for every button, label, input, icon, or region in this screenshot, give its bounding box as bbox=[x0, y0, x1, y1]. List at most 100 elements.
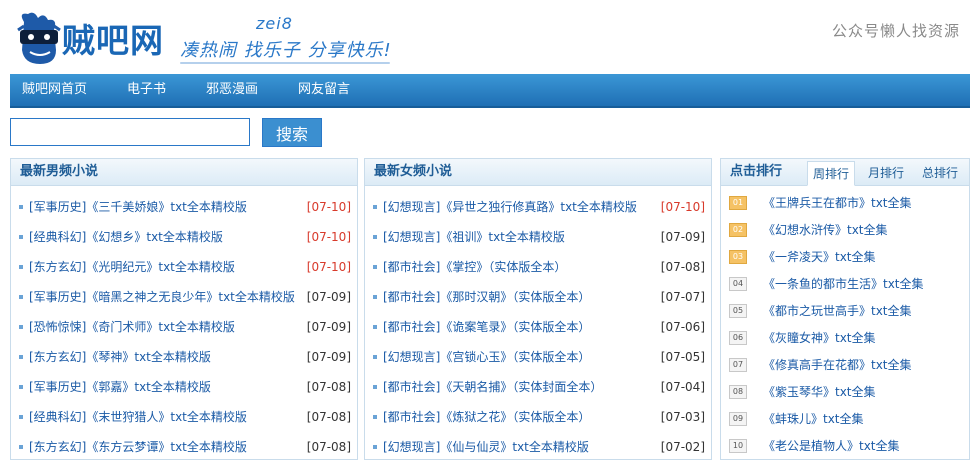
male-novel-list: [军事历史]《三千美娇娘》txt全本精校版 [07-10] [经典科幻]《幻想乡》t… bbox=[11, 186, 357, 459]
ranking-title-link[interactable]: 《蚌珠儿》txt全集 bbox=[763, 412, 864, 426]
list-item[interactable]: [幻想现言]《异世之独行修真路》txt全本精校版 [07-10] bbox=[373, 192, 705, 222]
ranking-item[interactable]: 01 《王牌兵王在都市》txt全集 bbox=[729, 190, 963, 217]
list-item[interactable]: [都市社会]《炼狱之花》（实体版全本） [07-03] bbox=[373, 402, 705, 432]
rank-number-badge: 03 bbox=[729, 249, 747, 264]
ranking-title-link[interactable]: 《一条鱼的都市生活》txt全集 bbox=[763, 277, 924, 291]
bullet-icon bbox=[19, 354, 23, 359]
novel-title-link[interactable]: [都市社会]《那时汉朝》（实体版全本） bbox=[383, 290, 590, 304]
list-item[interactable]: [恐怖惊悚]《奇门术师》txt全本精校版 [07-09] bbox=[19, 312, 351, 342]
bullet-icon bbox=[373, 354, 377, 359]
novel-date: [07-10] bbox=[660, 200, 705, 214]
ranking-title-link[interactable]: 《修真高手在花都》txt全集 bbox=[763, 358, 912, 372]
bullet-icon bbox=[19, 204, 23, 209]
nav-item-comics[interactable]: 邪恶漫画 bbox=[186, 74, 278, 106]
site-slogan: 凑热闹 找乐子 分享快乐! bbox=[180, 40, 392, 61]
tab-monthly-ranking[interactable]: 月排行 bbox=[863, 161, 909, 185]
ranking-title-link[interactable]: 《灰瞳女神》txt全集 bbox=[763, 331, 876, 345]
novel-title-link[interactable]: [都市社会]《炼狱之花》（实体版全本） bbox=[383, 410, 590, 424]
slogan-underline bbox=[180, 62, 390, 64]
novel-date: [07-09] bbox=[306, 350, 351, 364]
tab-total-ranking[interactable]: 总排行 bbox=[917, 161, 963, 185]
novel-date: [07-09] bbox=[306, 320, 351, 334]
nav-item-guestbook[interactable]: 网友留言 bbox=[278, 74, 370, 106]
search-input[interactable] bbox=[10, 118, 250, 146]
mascot-logo-icon[interactable] bbox=[14, 10, 66, 66]
novel-title-link[interactable]: [幻想现言]《祖训》txt全本精校版 bbox=[383, 230, 565, 244]
list-item[interactable]: [经典科幻]《末世狩猎人》txt全本精校版 [07-08] bbox=[19, 402, 351, 432]
novel-title-link[interactable]: [军事历史]《暗黑之神之无良少年》txt全本精校版 bbox=[29, 290, 295, 304]
bullet-icon bbox=[19, 294, 23, 299]
search-button[interactable]: 搜索 bbox=[262, 118, 322, 147]
ranking-title-link[interactable]: 《王牌兵王在都市》txt全集 bbox=[763, 196, 912, 210]
novel-title-link[interactable]: [幻想现言]《异世之独行修真路》txt全本精校版 bbox=[383, 200, 637, 214]
female-panel-title: 最新女频小说 bbox=[365, 159, 711, 186]
list-item[interactable]: [东方玄幻]《东方云梦谭》txt全本精校版 [07-08] bbox=[19, 432, 351, 459]
novel-title-link[interactable]: [幻想现言]《仙与仙灵》txt全本精校版 bbox=[383, 440, 589, 454]
site-logo-text[interactable]: 贼吧网 bbox=[62, 14, 164, 62]
rank-number-badge: 05 bbox=[729, 303, 747, 318]
list-item[interactable]: [都市社会]《那时汉朝》（实体版全本） [07-07] bbox=[373, 282, 705, 312]
novel-title-link[interactable]: [都市社会]《掌控》（实体版全本） bbox=[383, 260, 566, 274]
novel-title-link[interactable]: [东方玄幻]《光明纪元》txt全本精校版 bbox=[29, 260, 235, 274]
list-item[interactable]: [幻想现言]《祖训》txt全本精校版 [07-09] bbox=[373, 222, 705, 252]
list-item[interactable]: [东方玄幻]《琴神》txt全本精校版 [07-09] bbox=[19, 342, 351, 372]
rank-number-badge: 08 bbox=[729, 384, 747, 399]
ranking-title-link[interactable]: 《一斧凌天》txt全集 bbox=[763, 250, 876, 264]
novel-title-link[interactable]: [东方玄幻]《琴神》txt全本精校版 bbox=[29, 350, 211, 364]
list-item[interactable]: [军事历史]《三千美娇娘》txt全本精校版 [07-10] bbox=[19, 192, 351, 222]
ranking-title-link[interactable]: 《都市之玩世高手》txt全集 bbox=[763, 304, 912, 318]
list-item[interactable]: [都市社会]《诡案笔录》（实体版全本） [07-06] bbox=[373, 312, 705, 342]
header-right-notice: 公众号懒人找资源 bbox=[831, 22, 960, 40]
ranking-title-link[interactable]: 《老公是植物人》txt全集 bbox=[763, 439, 900, 453]
ranking-item[interactable]: 06 《灰瞳女神》txt全集 bbox=[729, 325, 963, 352]
novel-date: [07-09] bbox=[660, 230, 705, 244]
ranking-item[interactable]: 03 《一斧凌天》txt全集 bbox=[729, 244, 963, 271]
novel-title-link[interactable]: [经典科幻]《幻想乡》txt全本精校版 bbox=[29, 230, 223, 244]
list-item[interactable]: [东方玄幻]《光明纪元》txt全本精校版 [07-10] bbox=[19, 252, 351, 282]
novel-title-link[interactable]: [军事历史]《三千美娇娘》txt全本精校版 bbox=[29, 200, 247, 214]
novel-date: [07-10] bbox=[306, 230, 351, 244]
list-item[interactable]: [幻想现言]《宫锁心玉》（实体版全本） [07-05] bbox=[373, 342, 705, 372]
list-item[interactable]: [经典科幻]《幻想乡》txt全本精校版 [07-10] bbox=[19, 222, 351, 252]
ranking-title-link[interactable]: 《紫玉琴华》txt全集 bbox=[763, 385, 876, 399]
nav-item-home[interactable]: 贼吧网首页 bbox=[10, 74, 107, 106]
novel-date: [07-03] bbox=[660, 410, 705, 424]
bullet-icon bbox=[373, 234, 377, 239]
ranking-item[interactable]: 02 《幻想水浒传》txt全集 bbox=[729, 217, 963, 244]
novel-date: [07-05] bbox=[660, 350, 705, 364]
novel-title-link[interactable]: [恐怖惊悚]《奇门术师》txt全本精校版 bbox=[29, 320, 235, 334]
tab-weekly-ranking[interactable]: 周排行 bbox=[807, 161, 855, 186]
list-item[interactable]: [军事历史]《郭嘉》txt全本精校版 [07-08] bbox=[19, 372, 351, 402]
novel-title-link[interactable]: [东方玄幻]《东方云梦谭》txt全本精校版 bbox=[29, 440, 247, 454]
ranking-title: 点击排行 bbox=[730, 164, 783, 179]
ranking-item[interactable]: 09 《蚌珠儿》txt全集 bbox=[729, 406, 963, 433]
novel-date: [07-10] bbox=[306, 260, 351, 274]
novel-title-link[interactable]: [幻想现言]《宫锁心玉》（实体版全本） bbox=[383, 350, 590, 364]
novel-title-link[interactable]: [都市社会]《诡案笔录》（实体版全本） bbox=[383, 320, 590, 334]
ranking-item[interactable]: 07 《修真高手在花都》txt全集 bbox=[729, 352, 963, 379]
bullet-icon bbox=[373, 264, 377, 269]
slogan-sup-text: zei8 bbox=[256, 14, 293, 33]
list-item[interactable]: [都市社会]《掌控》（实体版全本） [07-08] bbox=[373, 252, 705, 282]
novel-title-link[interactable]: [经典科幻]《末世狩猎人》txt全本精校版 bbox=[29, 410, 247, 424]
rank-number-badge: 01 bbox=[729, 195, 747, 210]
novel-date: [07-08] bbox=[306, 410, 351, 424]
list-item[interactable]: [幻想现言]《仙与仙灵》txt全本精校版 [07-02] bbox=[373, 432, 705, 459]
ranking-item[interactable]: 05 《都市之玩世高手》txt全集 bbox=[729, 298, 963, 325]
bullet-icon bbox=[373, 204, 377, 209]
novel-date: [07-07] bbox=[660, 290, 705, 304]
nav-item-ebooks[interactable]: 电子书 bbox=[107, 74, 186, 106]
ranking-item[interactable]: 10 《老公是植物人》txt全集 bbox=[729, 433, 963, 459]
ranking-item[interactable]: 08 《紫玉琴华》txt全集 bbox=[729, 379, 963, 406]
novel-date: [07-08] bbox=[306, 380, 351, 394]
ranking-title-link[interactable]: 《幻想水浒传》txt全集 bbox=[763, 223, 888, 237]
novel-title-link[interactable]: [都市社会]《天朝名捕》（实体封面全本） bbox=[383, 380, 602, 394]
bullet-icon bbox=[19, 444, 23, 449]
novel-date: [07-08] bbox=[306, 440, 351, 454]
bullet-icon bbox=[19, 414, 23, 419]
list-item[interactable]: [都市社会]《天朝名捕》（实体封面全本） [07-04] bbox=[373, 372, 705, 402]
novel-title-link[interactable]: [军事历史]《郭嘉》txt全本精校版 bbox=[29, 380, 211, 394]
ranking-item[interactable]: 04 《一条鱼的都市生活》txt全集 bbox=[729, 271, 963, 298]
bullet-icon bbox=[19, 264, 23, 269]
list-item[interactable]: [军事历史]《暗黑之神之无良少年》txt全本精校版 [07-09] bbox=[19, 282, 351, 312]
